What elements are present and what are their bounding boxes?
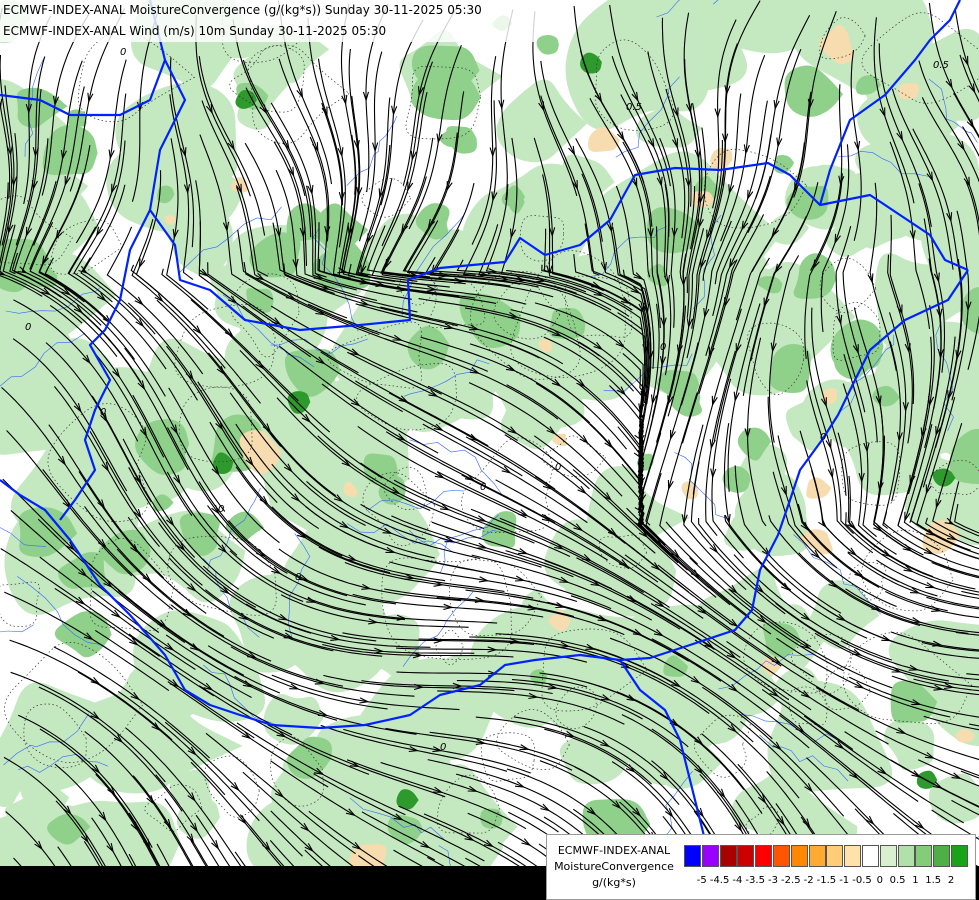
legend-label: ECMWF-INDEX-ANAL MoistureConvergence g/(… xyxy=(549,843,679,891)
contour-label: 0 xyxy=(100,407,106,418)
legend-swatch xyxy=(933,845,951,867)
legend-swatch xyxy=(737,845,755,867)
legend-tick: -0.5 xyxy=(852,875,872,886)
title-wind: ECMWF-INDEX-ANAL Wind (m/s) 10m Sunday 3… xyxy=(3,24,387,38)
contour-label: 0.5 xyxy=(626,102,642,113)
legend-tick: 1 xyxy=(912,875,919,886)
legend-tick: -1.5 xyxy=(816,875,837,886)
legend-tick: -3 xyxy=(768,875,778,886)
legend-swatch xyxy=(701,845,719,867)
green-patch xyxy=(884,717,935,771)
green-core xyxy=(446,126,477,154)
legend-tick: 2 xyxy=(947,875,955,886)
streamline xyxy=(952,549,979,560)
streamline xyxy=(931,561,979,579)
legend-swatch xyxy=(915,845,933,867)
zero-contour xyxy=(480,732,535,782)
legend-model: ECMWF-INDEX-ANAL xyxy=(557,844,671,857)
legend-swatch xyxy=(719,845,737,867)
legend-tick: 1.5 xyxy=(925,875,942,886)
streamline xyxy=(659,392,698,565)
legend-unit: g/(kg*s) xyxy=(592,876,636,889)
contour-label: 0 xyxy=(555,462,561,473)
orange-patch xyxy=(552,433,567,446)
legend-swatch xyxy=(844,845,862,867)
legend-tick: -2 xyxy=(803,875,814,886)
map-viewer: 0 0 0 0 0 0 0 0 0 0 0.5 0.5 ECMWF-INDEX-ANAL Moistu… xyxy=(0,0,979,900)
streamline xyxy=(358,51,383,242)
contour-label: 0 xyxy=(480,482,486,493)
legend-swatch xyxy=(951,845,968,867)
legend-tick: -4 xyxy=(732,875,743,886)
legend-tick: 0 xyxy=(876,875,883,886)
streamline xyxy=(380,19,424,206)
legend-tick: -3.5 xyxy=(745,875,765,886)
legend-tick: -5 xyxy=(696,875,707,886)
river xyxy=(0,624,34,633)
legend-swatch xyxy=(790,845,808,867)
legend-swatch xyxy=(773,845,790,867)
legend-swatch xyxy=(808,845,826,867)
orange-patch xyxy=(821,388,837,404)
contour-label: 0 xyxy=(218,504,224,515)
legend-parameter: MoistureConvergence xyxy=(554,860,674,873)
legend-tick: -4.5 xyxy=(709,875,730,886)
legend-swatch xyxy=(897,845,915,867)
wind-arrowhead xyxy=(540,803,551,812)
legend-swatch xyxy=(826,845,844,867)
contour-label: 0 xyxy=(295,572,301,583)
contour-label: 0 xyxy=(660,342,666,353)
contour-label: 0 xyxy=(820,432,826,443)
contour-label: 0 xyxy=(440,742,446,753)
green-core xyxy=(536,35,559,55)
contour-label: 0.5 xyxy=(933,60,949,71)
legend-tick: -2.5 xyxy=(781,875,801,886)
orange-patch xyxy=(587,126,620,152)
color-legend: ECMWF-INDEX-ANAL MoistureConvergence g/(… xyxy=(546,834,976,900)
legend-swatch xyxy=(862,845,879,867)
map-title-box: ECMWF-INDEX-ANAL MoistureConvergence (g/… xyxy=(0,0,536,42)
map-canvas[interactable]: 0 0 0 0 0 0 0 0 0 0 0.5 0.5 xyxy=(0,0,979,900)
legend-tick: 0.5 xyxy=(889,875,906,886)
legend-swatch xyxy=(684,845,701,867)
legend-tick: -1 xyxy=(839,875,850,886)
legend-swatch xyxy=(879,845,897,867)
contour-label: 0 xyxy=(120,47,126,58)
wind-arrowhead xyxy=(521,838,532,847)
contour-label: 0 xyxy=(25,322,31,333)
title-moisture-convergence: ECMWF-INDEX-ANAL MoistureConvergence (g/… xyxy=(3,3,482,17)
legend-swatch xyxy=(755,845,773,867)
